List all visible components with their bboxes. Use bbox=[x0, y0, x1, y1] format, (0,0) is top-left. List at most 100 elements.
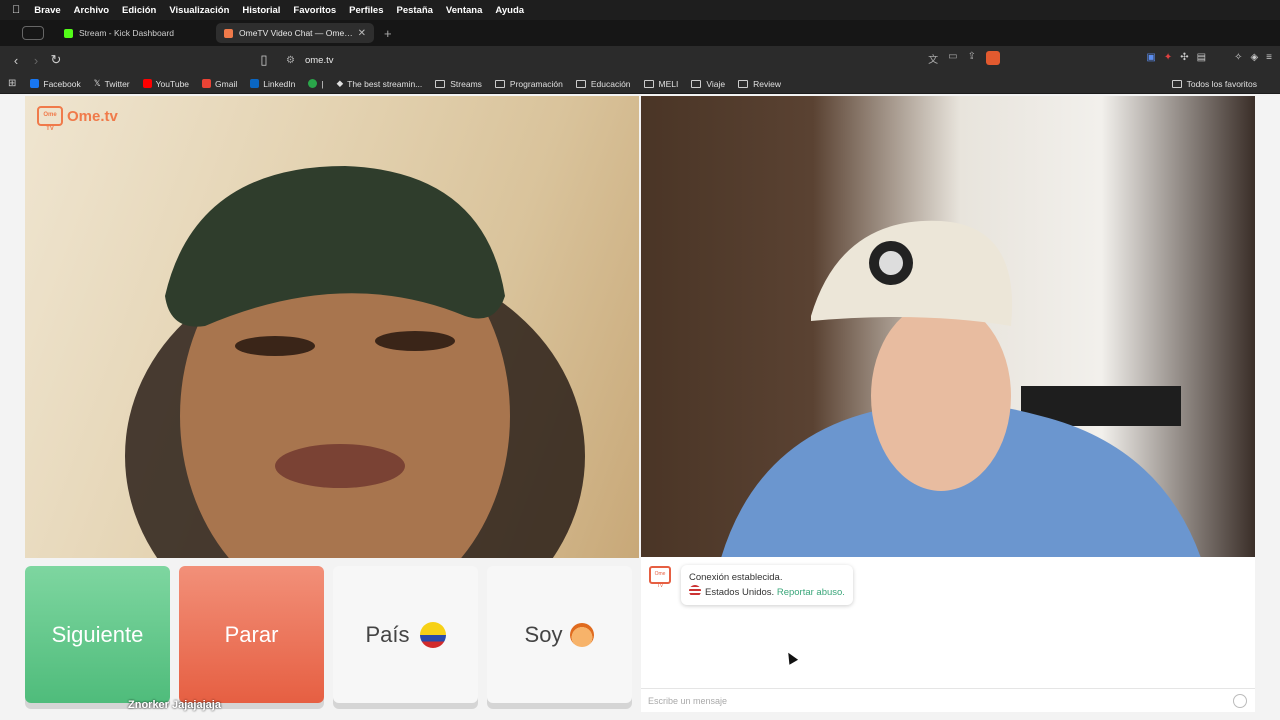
bookmark-linkedin[interactable]: LinkedIn bbox=[250, 79, 295, 89]
ometv-logo-text: Ome.tv bbox=[67, 107, 118, 125]
leo-ai-icon[interactable]: ✧ bbox=[1234, 52, 1242, 63]
menu-archivo[interactable]: Archivo bbox=[74, 5, 109, 16]
tab-title: Stream - Kick Dashboard bbox=[79, 28, 174, 38]
share-icon[interactable]: ⇪ bbox=[968, 51, 976, 66]
country-button[interactable]: País bbox=[333, 566, 478, 703]
ometv-page: Ome TV Ome.tv Siguiente Parar País Soy Z… bbox=[0, 95, 1280, 720]
apps-grid-icon[interactable]: ⊞ bbox=[8, 78, 16, 89]
emoji-icon[interactable] bbox=[1233, 694, 1247, 708]
bookmark-folder-programacion[interactable]: Programación bbox=[494, 78, 563, 89]
apple-icon[interactable]:  bbox=[12, 4, 20, 16]
menu-perfiles[interactable]: Perfiles bbox=[349, 5, 383, 16]
stop-button[interactable]: Parar bbox=[179, 566, 324, 703]
gender-button[interactable]: Soy bbox=[487, 566, 632, 703]
translate-extension-icon[interactable]: ▣ bbox=[1146, 52, 1155, 63]
bookmark-label: Gmail bbox=[215, 78, 238, 89]
sidebar-icon[interactable]: ▤ bbox=[1197, 52, 1206, 63]
x-icon: 𝕏 bbox=[93, 78, 101, 88]
message-input[interactable]: Escribe un mensaje bbox=[641, 688, 1255, 712]
menu-historial[interactable]: Historial bbox=[242, 5, 280, 16]
tab-title: OmeTV Video Chat — Omegle bbox=[239, 28, 354, 38]
menu-ayuda[interactable]: Ayuda bbox=[495, 5, 524, 16]
folder-icon bbox=[643, 79, 654, 88]
green-site-icon bbox=[308, 79, 318, 88]
forward-icon[interactable]: › bbox=[26, 53, 46, 68]
folder-icon bbox=[575, 79, 586, 88]
folder-label: Programación bbox=[509, 78, 563, 89]
all-favorites[interactable]: Todos los favoritos bbox=[1171, 79, 1257, 89]
pin-extension-icon[interactable]: ✦ bbox=[1164, 52, 1172, 63]
folder-label: Viaje bbox=[706, 78, 726, 89]
reload-icon[interactable]: ↻ bbox=[46, 52, 66, 68]
menu-visualizacion[interactable]: Visualización bbox=[169, 5, 229, 16]
translate-icon[interactable]: 文 bbox=[928, 51, 938, 66]
bookmark-folder-streams[interactable]: Streams bbox=[435, 79, 482, 89]
back-icon[interactable]: ‹ bbox=[6, 53, 26, 68]
brave-shield-icon[interactable] bbox=[986, 51, 1000, 65]
ometv-favicon-icon bbox=[224, 28, 233, 38]
self-video-frame bbox=[721, 220, 1201, 558]
cast-icon[interactable]: ▭ bbox=[948, 51, 957, 66]
report-abuse-link[interactable]: Reportar abuso. bbox=[777, 587, 845, 598]
message-placeholder: Escribe un mensaje bbox=[648, 695, 728, 706]
bookmark-label: | bbox=[321, 78, 324, 89]
sidebar-toggle-icon[interactable] bbox=[22, 26, 44, 40]
bookmark-green[interactable]: | bbox=[308, 78, 324, 89]
tab-bar: Stream - Kick Dashboard OmeTV Video Chat… bbox=[0, 20, 1280, 46]
extensions-icon[interactable]: ✣ bbox=[1180, 52, 1188, 63]
chat-panel: Ome TV Conexión establecida. Estados Uni… bbox=[641, 557, 1255, 712]
tab-ometv[interactable]: OmeTV Video Chat — Omegle ✕ bbox=[216, 23, 374, 43]
stranger-video: Ome TV Ome.tv bbox=[25, 96, 639, 558]
self-video bbox=[641, 96, 1255, 558]
ometv-logo[interactable]: Ome TV Ome.tv bbox=[37, 106, 118, 132]
bookmark-label: YouTube bbox=[155, 78, 190, 89]
menu-favoritos[interactable]: Favoritos bbox=[293, 5, 336, 16]
folder-label: MELI bbox=[658, 78, 679, 89]
menu-pestana[interactable]: Pestaña bbox=[396, 5, 432, 16]
close-icon[interactable]: ✕ bbox=[358, 28, 366, 39]
browser-toolbar: ‹ › ↻ ▯ ⚙ ome.tv 文 ▭ ⇪ ▣ ✦ ✣ ▤ ✧ ◈ ≡ bbox=[0, 46, 1280, 74]
vpn-icon[interactable]: ◈ bbox=[1250, 52, 1258, 63]
bookmark-best-streaming[interactable]: ◆ The best streamin... bbox=[337, 78, 423, 89]
next-button[interactable]: Siguiente bbox=[25, 566, 170, 703]
youtube-icon bbox=[142, 79, 152, 88]
bookmark-label: The best streamin... bbox=[347, 78, 423, 89]
bookmark-folder-review[interactable]: Review bbox=[738, 79, 781, 89]
folder-icon bbox=[435, 79, 446, 88]
site-settings-icon[interactable]: ⚙ bbox=[286, 55, 295, 66]
ometv-chat-logo-icon: Ome TV bbox=[649, 566, 671, 589]
bookmark-folder-viaje[interactable]: Viaje bbox=[691, 79, 725, 89]
bookmark-facebook[interactable]: Facebook bbox=[30, 78, 81, 89]
bookmark-folder-educacion[interactable]: Educación bbox=[575, 79, 631, 89]
bookmark-twitter[interactable]: 𝕏 Twitter bbox=[94, 78, 130, 89]
facebook-icon bbox=[30, 79, 40, 88]
address-bar[interactable]: ⚙ ome.tv bbox=[280, 49, 1000, 71]
menu-app[interactable]: Brave bbox=[34, 5, 60, 16]
bookmark-label: Twitter bbox=[104, 78, 130, 89]
extension-icons: ▣ ✦ ✣ ▤ ✧ ◈ ≡ bbox=[1146, 52, 1272, 63]
bookmark-gmail[interactable]: Gmail bbox=[202, 79, 237, 89]
system-message: Conexión establecida. Estados Unidos. Re… bbox=[681, 565, 853, 605]
menu-ventana[interactable]: Ventana bbox=[446, 5, 482, 16]
stranger-country: Estados Unidos. bbox=[705, 587, 775, 598]
usa-flag-icon bbox=[689, 585, 701, 597]
colombia-flag-icon bbox=[419, 621, 446, 648]
next-label: Siguiente bbox=[51, 621, 144, 647]
ometv-logo-icon: Ome TV bbox=[37, 106, 63, 132]
bookmark-youtube[interactable]: YouTube bbox=[142, 78, 190, 89]
new-tab-icon[interactable]: + bbox=[384, 26, 392, 41]
diamond-icon: ◆ bbox=[336, 78, 344, 88]
bookmark-icon[interactable]: ▯ bbox=[254, 52, 274, 68]
folder-icon bbox=[494, 79, 505, 88]
kick-favicon-icon bbox=[64, 28, 73, 38]
bookmark-folder-meli[interactable]: MELI bbox=[643, 78, 679, 89]
tab-kick-dashboard[interactable]: Stream - Kick Dashboard bbox=[56, 23, 214, 43]
stop-label: Parar bbox=[224, 621, 279, 647]
stranger-video-frame bbox=[125, 166, 585, 558]
menu-icon[interactable]: ≡ bbox=[1266, 52, 1272, 63]
country-label: País bbox=[365, 621, 410, 647]
macos-menubar:  Brave Archivo Edición Visualización Hi… bbox=[0, 0, 1280, 20]
bookmark-label: Facebook bbox=[43, 78, 81, 89]
folder-icon bbox=[1171, 79, 1182, 88]
menu-edicion[interactable]: Edición bbox=[122, 5, 156, 16]
